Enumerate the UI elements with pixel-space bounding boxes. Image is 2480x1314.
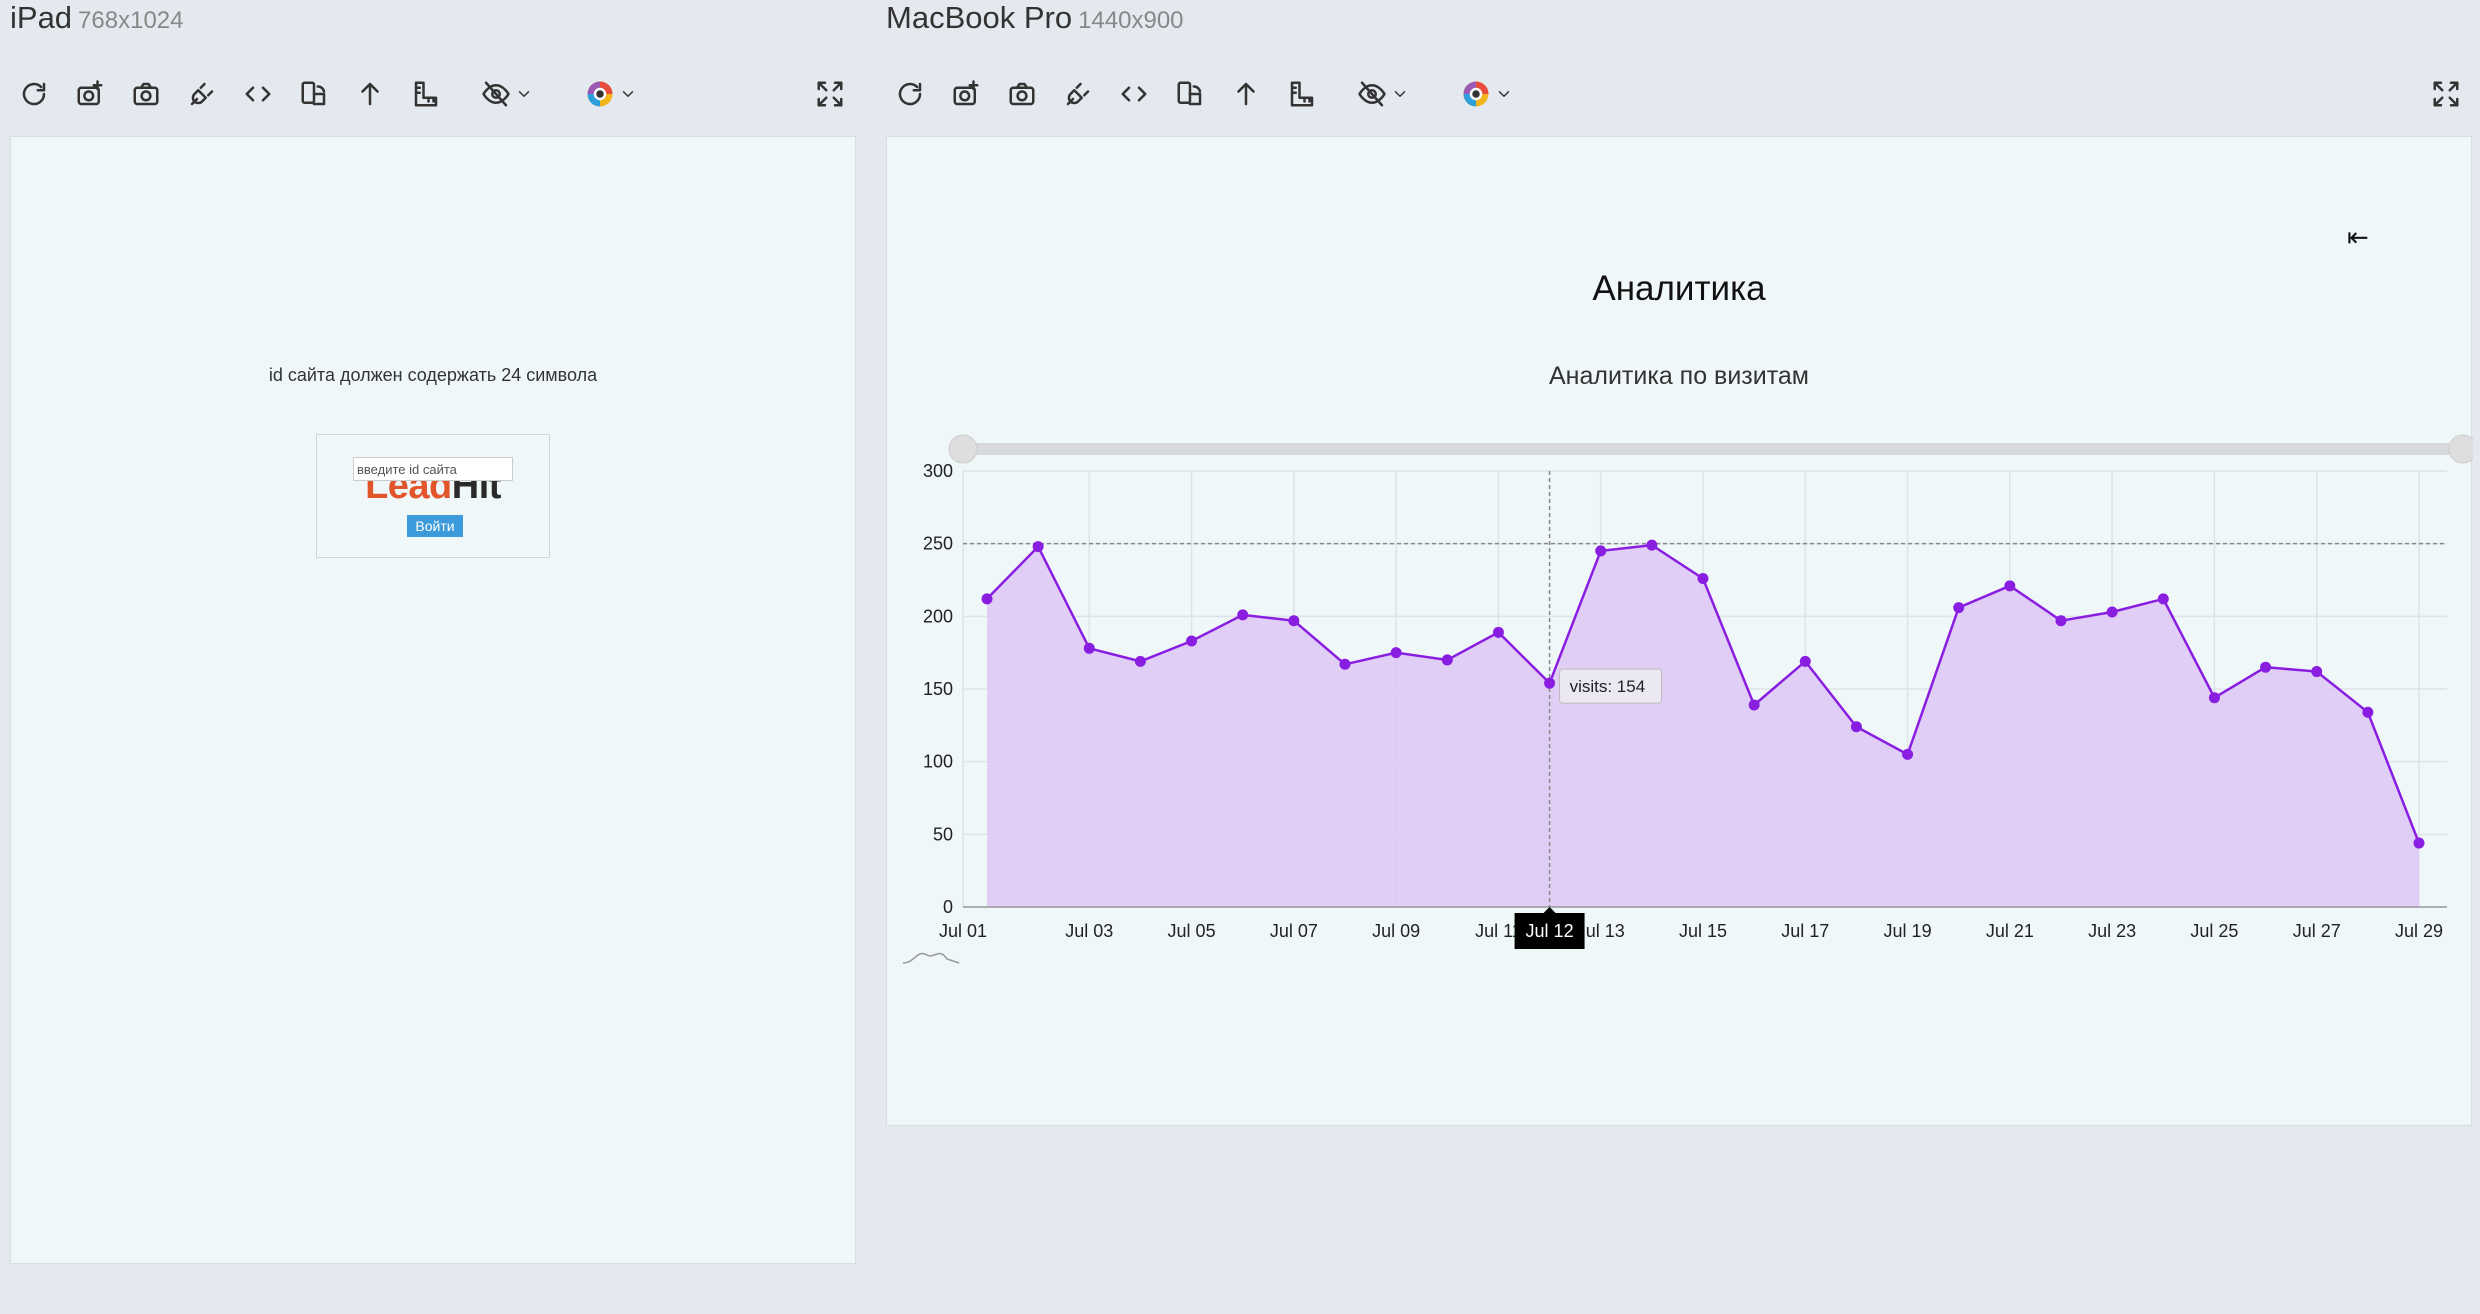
range-slider-handle-left[interactable]	[948, 434, 978, 464]
chevron-down-icon[interactable]	[1386, 70, 1414, 118]
x-tick-label: Jul 09	[1372, 921, 1420, 941]
chevron-down-icon[interactable]	[1490, 70, 1518, 118]
screenshot-edit-icon[interactable]	[938, 70, 994, 118]
data-point[interactable]	[1544, 677, 1556, 689]
range-slider-handle-right[interactable]	[2448, 434, 2473, 464]
x-tick-label: Jul 01	[939, 921, 987, 941]
ipad-viewport: id сайта должен содержать 24 символа Lea…	[10, 136, 856, 1264]
y-tick-label: 200	[923, 606, 953, 626]
x-tick-label: Jul 23	[2088, 921, 2136, 941]
data-point[interactable]	[1492, 626, 1504, 638]
crosshair-x-label-arrow	[1543, 907, 1556, 913]
reload-icon[interactable]	[6, 70, 62, 118]
site-id-input[interactable]	[353, 457, 513, 481]
x-tick-label: Jul 15	[1679, 921, 1727, 941]
data-point[interactable]	[1953, 602, 1965, 614]
data-point[interactable]	[1288, 615, 1300, 627]
code-icon[interactable]	[230, 70, 286, 118]
data-point[interactable]	[1748, 699, 1760, 711]
x-tick-label: Jul 21	[1986, 921, 2034, 941]
data-point[interactable]	[1186, 635, 1198, 647]
rotate-device-icon[interactable]	[286, 70, 342, 118]
data-point[interactable]	[1390, 647, 1402, 659]
plug-icon[interactable]	[174, 70, 230, 118]
mini-navigator-icon[interactable]	[902, 952, 960, 964]
ipad-header: iPad 768x1024	[10, 0, 183, 60]
chevron-down-icon[interactable]	[614, 70, 642, 118]
data-point[interactable]	[1646, 539, 1658, 551]
data-point[interactable]	[2157, 593, 2169, 605]
y-tick-label: 0	[943, 897, 953, 917]
login-form: Войти	[316, 434, 550, 558]
device-size: 768x1024	[78, 7, 184, 34]
ruler-icon[interactable]	[1274, 70, 1330, 118]
ruler-icon[interactable]	[398, 70, 454, 118]
macbook-viewport: ⇤ Аналитика Аналитика по визитам 0 50 100 1…	[886, 136, 2473, 1127]
y-tick-label: 300	[923, 461, 953, 481]
x-tick-label: Jul 17	[1781, 921, 1829, 941]
data-point[interactable]	[1441, 654, 1453, 666]
camera-icon[interactable]	[994, 70, 1050, 118]
scroll-top-icon[interactable]	[1218, 70, 1274, 118]
macbook-toolbar	[882, 70, 1552, 118]
fullscreen-icon[interactable]	[802, 70, 858, 118]
plug-icon[interactable]	[1050, 70, 1106, 118]
data-point[interactable]	[1032, 541, 1044, 553]
data-point[interactable]	[1083, 642, 1095, 654]
macbook-header: MacBook Pro 1440x900	[886, 0, 1184, 60]
x-tick-label: Jul 03	[1065, 921, 1113, 941]
visits-chart[interactable]: 0 50 100 150 200 250 300 Jul 01 Jul 03 Jul 05 Jul …	[887, 137, 2473, 1127]
x-tick-label: Jul 29	[2395, 921, 2443, 941]
data-point[interactable]	[2004, 580, 2016, 592]
area-fill	[987, 545, 2419, 907]
device-name: MacBook Pro	[886, 0, 1073, 35]
data-point[interactable]	[2413, 837, 2425, 849]
reload-icon[interactable]	[882, 70, 938, 118]
data-point[interactable]	[2362, 706, 2374, 718]
data-point[interactable]	[1697, 573, 1709, 585]
data-point[interactable]	[1799, 655, 1811, 667]
data-point[interactable]	[1595, 545, 1607, 557]
error-message: id сайта должен содержать 24 символа	[268, 365, 598, 385]
y-tick-label: 100	[923, 752, 953, 772]
x-tick-label: Jul 07	[1270, 921, 1318, 941]
chevron-down-icon[interactable]	[510, 70, 538, 118]
y-tick-label: 250	[923, 534, 953, 554]
data-point[interactable]	[1134, 655, 1146, 667]
fullscreen-icon[interactable]	[2418, 70, 2474, 118]
ipad-toolbar	[6, 70, 676, 118]
data-point[interactable]	[2260, 661, 2272, 673]
x-tick-label: Jul 19	[1884, 921, 1932, 941]
scroll-top-icon[interactable]	[342, 70, 398, 118]
crosshair-x-label: Jul 12	[1526, 921, 1574, 941]
x-tick-label: Jul 27	[2293, 921, 2341, 941]
data-point[interactable]	[2311, 666, 2323, 678]
data-point[interactable]	[2208, 692, 2220, 704]
rotate-device-icon[interactable]	[1162, 70, 1218, 118]
device-size: 1440x900	[1078, 7, 1184, 34]
data-point[interactable]	[1339, 658, 1351, 670]
range-slider-track[interactable]	[963, 443, 2463, 455]
tooltip-text: visits: 154	[1570, 677, 1646, 696]
y-tick-label: 150	[923, 679, 953, 699]
x-tick-label: Jul 05	[1168, 921, 1216, 941]
data-point[interactable]	[1237, 609, 1249, 621]
device-name: iPad	[10, 0, 73, 35]
login-button[interactable]: Войти	[407, 515, 463, 537]
data-point[interactable]	[981, 593, 993, 605]
x-tick-label: Jul 25	[2190, 921, 2238, 941]
data-point[interactable]	[1902, 748, 1914, 760]
y-tick-label: 50	[933, 824, 953, 844]
data-point[interactable]	[2106, 606, 2118, 618]
data-point[interactable]	[1850, 721, 1862, 733]
screenshot-edit-icon[interactable]	[62, 70, 118, 118]
camera-icon[interactable]	[118, 70, 174, 118]
code-icon[interactable]	[1106, 70, 1162, 118]
data-point[interactable]	[2055, 615, 2067, 627]
